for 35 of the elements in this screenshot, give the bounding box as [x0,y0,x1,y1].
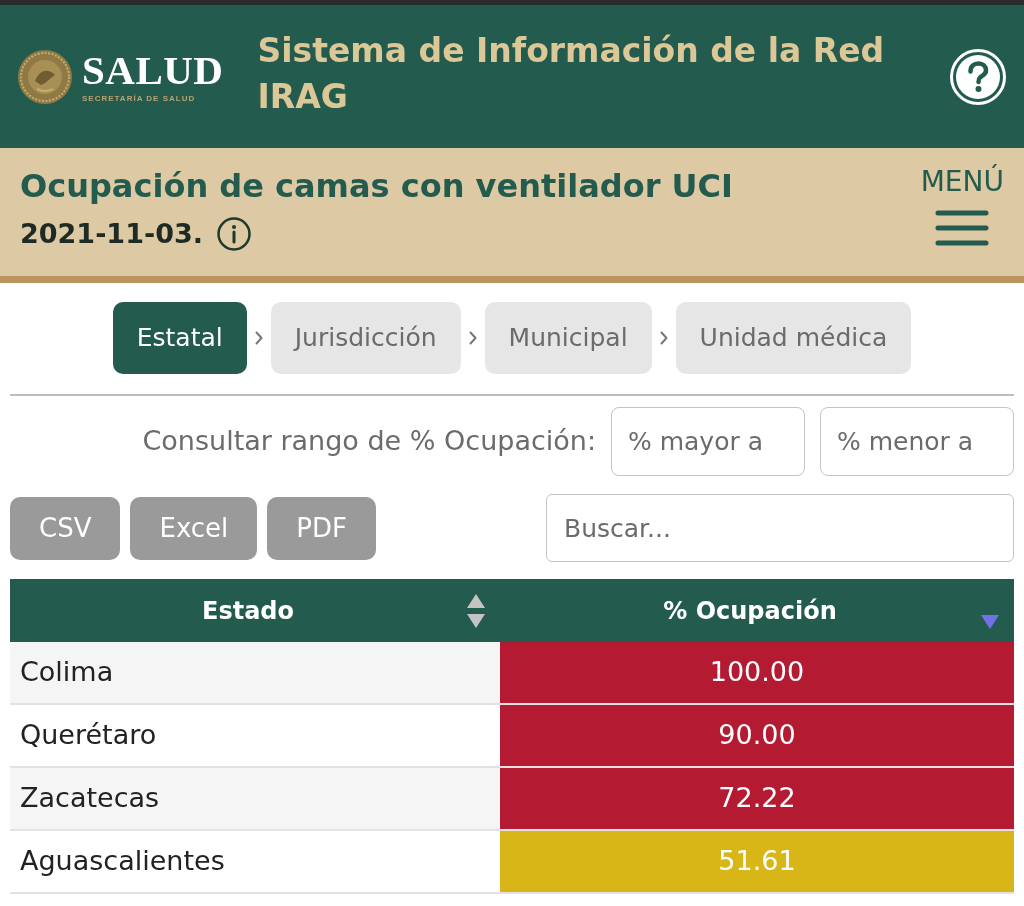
sort-icon[interactable] [466,592,486,629]
table-cell-text: Zacatecas [19,781,161,816]
page-title: Ocupación de camas con ventilador UCI [20,166,733,206]
level-tab[interactable]: Jurisdicción [270,302,461,374]
occupancy-cell: 72.22 [500,768,1014,829]
date-text: 2021-11-03. [20,217,203,251]
seal-icon [17,48,73,105]
menu-button[interactable]: MENÚ [920,166,1004,250]
table-cell-text: Querétaro [19,718,158,753]
brand-name: SALUD [82,49,224,90]
info-icon[interactable] [216,217,251,251]
chevron-right-icon [659,331,668,345]
chevron-right-icon [254,331,263,345]
range-input[interactable]: % mayor a [611,407,805,476]
range-filter-label: Consultar rango de % Ocupación: [142,424,596,459]
export-button[interactable]: Excel [130,496,258,560]
occupancy-cell: 51.61 [500,831,1014,892]
table-cell-text: Aguascalientes [19,844,226,879]
menu-icon [935,210,990,246]
help-icon[interactable] [950,48,1006,105]
level-tab[interactable]: Unidad médica [675,302,912,374]
table-cell-text: Colima [19,655,115,690]
export-button[interactable]: CSV [10,496,121,560]
site-title: Sistema de Información de la Red IRAG [257,29,886,118]
occupancy-cell: 100.00 [500,642,1014,703]
brand-subtitle: SECRETARÍA DE SALUD [82,93,197,104]
column-header[interactable]: % Ocupación [663,592,837,629]
level-tab[interactable]: Estatal [112,302,247,374]
export-button[interactable]: PDF [267,496,376,560]
chevron-right-icon [468,331,477,345]
level-tab[interactable]: Municipal [484,302,652,374]
range-input[interactable]: % menor a [820,407,1014,476]
occupancy-cell: 90.00 [500,705,1014,766]
column-header[interactable]: Estado [202,592,294,629]
search-field[interactable]: Buscar... [546,494,1014,562]
